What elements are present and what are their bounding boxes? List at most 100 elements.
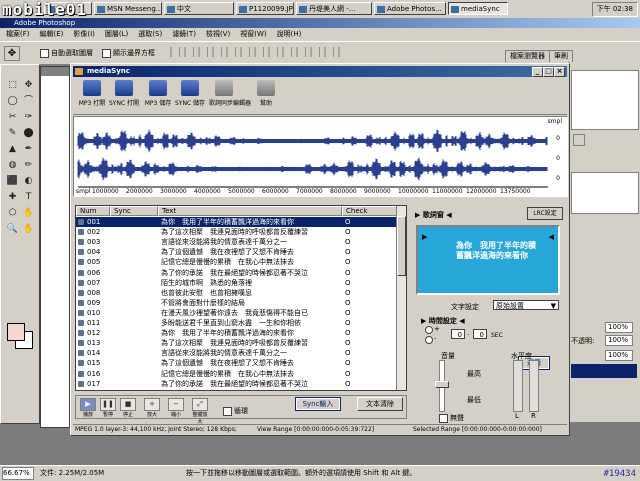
table-header-cell[interactable]: Check [342, 206, 398, 216]
background-document-window[interactable] [40, 66, 70, 428]
taskbar-button[interactable]: Adobe Photos... [374, 2, 446, 15]
lyrics-table-scrollbar[interactable] [396, 206, 406, 390]
align-buttons-group[interactable] [170, 45, 350, 60]
table-row[interactable]: 004 為了這個遺憾 我在夜裡想了又想不肯睡去 O [76, 247, 398, 257]
text-clear-button[interactable]: 文本清除 [357, 397, 403, 411]
slice-tool-icon[interactable]: ✑ [21, 111, 36, 124]
maximize-button[interactable]: □ [543, 67, 554, 77]
menu-item[interactable]: 濾鏡(T) [172, 30, 196, 38]
dodge-tool-icon[interactable]: ◐ [21, 175, 36, 188]
scrollbar-thumb[interactable] [397, 216, 406, 276]
table-row[interactable]: 015 為了這個遺憾 我在夜裡想了又想不肯睡去 O [76, 358, 398, 368]
hand-tool-icon[interactable]: ✋ [21, 223, 36, 236]
time-plus-radio[interactable] [425, 326, 433, 334]
player-button[interactable]: + 放大 [144, 398, 160, 418]
table-header-cell[interactable]: Text [158, 206, 342, 216]
table-row[interactable]: 005 記憶它總是慢慢的累積 在我心中無法抹去 O [76, 257, 398, 267]
table-row[interactable]: 016 記憶它總是慢慢的累積 在我心中無法抹去 O [76, 369, 398, 379]
taskbar-button[interactable]: 丹堤美人網 -... [296, 2, 372, 15]
toolbar-button[interactable]: SYNC 打開 [109, 80, 139, 112]
opacity-field[interactable]: 100% [605, 335, 633, 346]
toolbar-button[interactable]: MP3 儲存 [143, 80, 173, 112]
menu-item[interactable]: 視窗(W) [240, 30, 266, 38]
mute-checkbox[interactable]: 無聲 [439, 413, 464, 423]
player-button[interactable]: ▶ 播放 [80, 398, 96, 418]
menu-item[interactable]: 選取(S) [138, 30, 162, 38]
zoom-level-field[interactable]: 66.67% [2, 467, 34, 480]
lasso-tool-icon[interactable]: ◯ [5, 95, 20, 108]
table-row[interactable]: 012 為你 我用了半年的積蓄飄洋過海的來看你 O [76, 328, 398, 338]
magic-wand-tool-icon[interactable]: ⌒ [21, 95, 36, 108]
move-tool-icon[interactable]: ✥ [21, 79, 36, 92]
waveform-display[interactable]: 1000000 2000000 3000000 4000000 5000000 60000… [73, 116, 568, 197]
time-minus-radio[interactable] [425, 336, 433, 344]
player-button[interactable]: ❚❚ 暫停 [100, 398, 116, 418]
shape-tool-icon[interactable]: ✋ [21, 207, 36, 220]
lrc-settings-button[interactable]: LRC設定 [527, 207, 563, 220]
crop-tool-icon[interactable]: ✂ [5, 111, 20, 124]
auto-select-checkbox[interactable]: 自動選取圖層 [40, 48, 93, 58]
healing-brush-icon[interactable]: ✎ [5, 127, 20, 140]
navigator-thumbnail[interactable] [571, 70, 639, 130]
toolbar-button[interactable]: 歌詞同步編輯器 [209, 80, 251, 112]
menu-item[interactable]: 圖層(L) [105, 30, 128, 38]
taskbar-button[interactable]: MSN Messeng... [94, 2, 162, 15]
table-row[interactable]: 003 言語從來沒能將我的情意表達千萬分之一 O [76, 237, 398, 247]
toolbar-button[interactable]: MP3 打開 [77, 80, 107, 112]
eraser-tool-icon[interactable]: ◍ [5, 159, 20, 172]
repeat-checkbox[interactable]: 循環 [223, 406, 248, 416]
minimize-button[interactable]: _ [532, 67, 543, 77]
zoom-tool-icon[interactable]: 🔍 [5, 223, 20, 236]
taskbar-button[interactable]: 中文 [164, 2, 234, 15]
table-row[interactable]: 007 陌生的城市啊 熟悉的角落裡 O [76, 278, 398, 288]
table-row[interactable]: 006 為了你的承諾 我在最絕望的時候都忍著不哭泣 O [76, 268, 398, 278]
close-button[interactable]: × [554, 67, 565, 77]
table-header-cell[interactable]: Sync [110, 206, 158, 216]
menu-item[interactable]: 編輯(E) [40, 30, 64, 38]
table-row[interactable]: 017 為了你的承諾 我在最絕望的時候都忍著不哭泣 O [76, 379, 398, 389]
menu-item[interactable]: 影像(I) [73, 30, 95, 38]
table-row[interactable]: 013 為了這次相聚 我連見面時的呼吸都曾反覆練習 O [76, 338, 398, 348]
table-row[interactable]: 009 不管將會面對什麼樣的結局 O [76, 298, 398, 308]
foreground-color-swatch[interactable] [7, 323, 25, 341]
player-button[interactable]: ■ 停止 [120, 398, 136, 418]
panel-color-swatch-icon[interactable] [573, 134, 585, 146]
fill-field-top[interactable]: 100% [605, 322, 633, 333]
type-tool-icon[interactable]: T [21, 191, 36, 204]
toolbar-button[interactable]: 幫助 [251, 80, 281, 112]
gradient-tool-icon[interactable]: ✏ [21, 159, 36, 172]
toolbar-button[interactable]: SYNC 儲存 [175, 80, 205, 112]
table-row[interactable]: 014 言語從來沒能將我的情意表達千萬分之一 O [76, 348, 398, 358]
volume-slider-thumb[interactable] [435, 381, 449, 388]
time-seconds-field[interactable]: 0 [451, 329, 465, 339]
fill-field[interactable]: 100% [605, 350, 633, 361]
brush-tool-icon[interactable]: ⬤ [21, 127, 36, 140]
table-row[interactable]: 008 也曾彼此安慰 也曾相擁嘆息 O [76, 288, 398, 298]
player-button[interactable]: − 縮小 [168, 398, 184, 418]
table-header-cell[interactable]: Num [76, 206, 110, 216]
table-row[interactable]: 002 為了這次相聚 我連見面時的呼吸都曾反覆練習 O [76, 227, 398, 237]
clone-stamp-icon[interactable]: ▲ [5, 143, 20, 156]
show-bounds-checkbox[interactable]: 顯示邊界方框 [102, 48, 155, 58]
taskbar-button[interactable]: mediaSync [448, 2, 508, 15]
history-brush-icon[interactable]: ✒ [21, 143, 36, 156]
menu-item[interactable]: 說明(H) [277, 30, 302, 38]
text-setting-select[interactable]: 原始設置 ▼ [493, 300, 559, 310]
marquee-tool-icon[interactable]: ⬚ [5, 79, 20, 92]
table-row[interactable]: 011 多盼能送君千里直到山窮水盡 一生和你相依 O [76, 318, 398, 328]
sync-input-button[interactable]: Sync輸入 [295, 397, 341, 411]
pen-tool-icon[interactable]: ⬠ [5, 207, 20, 220]
path-tool-icon[interactable]: ✚ [5, 191, 20, 204]
blur-tool-icon[interactable]: ⬛ [5, 175, 20, 188]
layer-row-selected[interactable] [571, 364, 637, 378]
tab-brushes[interactable]: 筆刷 [549, 50, 573, 62]
tab-file-browser[interactable]: 檔案瀏覽器 [505, 50, 550, 62]
player-button[interactable]: ⤢ 整體放大 [192, 398, 208, 425]
move-tool-preset-icon[interactable]: ✥ [4, 46, 20, 61]
menu-item[interactable]: 檢視(V) [206, 30, 230, 38]
menu-item[interactable]: 檔案(F) [6, 30, 30, 38]
taskbar-button[interactable]: P1120099.JPG... [236, 2, 294, 15]
table-row[interactable]: 010 在漫天風沙裡望著你遠去 我竟悲傷得不能自已 O [76, 308, 398, 318]
time-fraction-field[interactable]: 0 [473, 329, 487, 339]
table-row[interactable]: 001 為你 我用了半年的積蓄飄洋過海的來看你 O [76, 217, 398, 228]
